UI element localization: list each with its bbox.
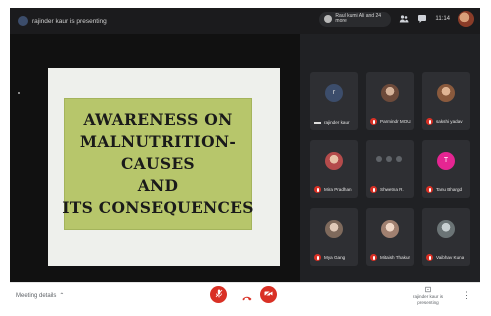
participant-tile[interactable]: Parmindr MOUAT — [366, 72, 414, 130]
participant-name: Parmindr MOUAT — [380, 119, 411, 124]
participant-meta: rajinder kaur — [314, 120, 355, 125]
participant-name: Mitaish Thakur — [380, 255, 411, 260]
cursor-marker — [18, 92, 20, 94]
slide-line: MALNUTRITION- — [79, 132, 237, 151]
participant-avatar — [381, 84, 399, 102]
call-end-icon[interactable] — [242, 293, 252, 303]
present-label: rajinder kaur is presenting — [412, 294, 444, 305]
mic-off-icon — [314, 254, 321, 261]
chevron-up-icon: ⌃ — [59, 293, 65, 299]
participant-meta: Mya Gang — [314, 254, 355, 261]
participant-name: sakshi yadav — [436, 119, 463, 124]
mic-toggle-button[interactable] — [210, 286, 227, 303]
presenter-avatar — [18, 16, 28, 26]
clock-time: 11:14 — [435, 16, 450, 22]
slide-line: AWARENESS ON — [83, 110, 233, 129]
participant-avatar — [325, 220, 343, 238]
mic-off-icon — [426, 186, 433, 193]
participant-tile[interactable]: r rajinder kaur — [310, 72, 358, 130]
slide-line: AND — [137, 176, 179, 195]
camera-off-icon — [264, 290, 273, 299]
bottom-bar: Meeting details ⌃ ⊡ rajinder kaur is pre… — [10, 282, 480, 308]
notice-text: Raul kumi Ali and 24 more — [335, 12, 382, 24]
slide-title-box: AWARENESS ON MALNUTRITION- CAUSES AND IT… — [62, 98, 254, 230]
participant-grid: r rajinder kaur Parmindr MOUAT sakshi ya… — [310, 72, 472, 272]
mic-off-icon — [370, 186, 377, 193]
mic-off-icon — [314, 186, 321, 193]
participant-avatar — [437, 220, 455, 238]
participant-meta: Parmindr MOUAT — [370, 118, 411, 125]
participant-meta: Tanu Bhargd — [426, 186, 467, 193]
participant-meta: Shwetna R. — [370, 186, 411, 193]
top-bar: rajinder kaur is presenting Raul kumi Al… — [10, 8, 480, 34]
participant-avatar — [381, 220, 399, 238]
presenter-text: rajinder kaur is presenting — [32, 17, 107, 25]
slide-line: CAUSES — [121, 154, 195, 173]
mic-off-icon — [370, 254, 377, 261]
meeting-details-label: Meeting details — [16, 292, 57, 299]
speaking-icon — [314, 121, 321, 124]
slide-line: ITS CONSEQUENCES — [62, 198, 254, 217]
participant-name: Mira Pradhan — [324, 187, 352, 192]
mic-off-icon — [426, 118, 433, 125]
participant-tile[interactable]: sakshi yadav — [422, 72, 470, 130]
presentation-area: AWARENESS ON MALNUTRITION- CAUSES AND IT… — [10, 34, 300, 282]
presenter-indicator: rajinder kaur is presenting — [18, 16, 107, 26]
participant-meta: Vaibhav Kuna — [426, 254, 467, 261]
participant-meta: Mitaish Thakur — [370, 254, 411, 261]
people-icon[interactable] — [399, 14, 409, 24]
meeting-details-button[interactable]: Meeting details ⌃ — [16, 292, 65, 300]
participant-meta: Mira Pradhan — [314, 186, 355, 193]
participant-name: Vaibhav Kuna — [436, 255, 465, 260]
participant-tile[interactable]: T Tanu Bhargd — [422, 140, 470, 198]
present-icon: ⊡ — [424, 285, 432, 294]
participant-tile[interactable]: Vaibhav Kuna — [422, 208, 470, 266]
participant-name: Mya Gang — [324, 255, 346, 260]
participant-tile[interactable]: Shwetna R. — [366, 140, 414, 198]
camera-toggle-button[interactable] — [260, 286, 277, 303]
participant-name: Shwetna R. — [380, 187, 404, 192]
join-notice[interactable]: Raul kumi Ali and 24 more — [319, 11, 392, 27]
participant-meta: sakshi yadav — [426, 118, 467, 125]
participant-tile[interactable]: Mira Pradhan — [310, 140, 358, 198]
meet-window: rajinder kaur is presenting Raul kumi Al… — [10, 8, 480, 308]
participant-name: Tanu Bhargd — [436, 187, 463, 192]
participant-avatar — [325, 152, 343, 170]
present-now-button[interactable]: ⊡ rajinder kaur is presenting — [408, 285, 448, 305]
mic-off-icon — [215, 289, 223, 300]
more-vert-icon[interactable]: ⋮ — [462, 290, 471, 301]
participant-avatar — [437, 84, 455, 102]
more-participants-icon — [376, 156, 402, 162]
self-avatar — [458, 11, 474, 27]
participant-tile[interactable]: Mya Gang — [310, 208, 358, 266]
notice-avatar — [324, 15, 333, 23]
self-view[interactable] — [458, 11, 474, 27]
top-right-controls: Raul kumi Ali and 24 more 11:14 — [319, 11, 474, 27]
participant-tile[interactable]: Mitaish Thakur — [366, 208, 414, 266]
participant-avatar: r — [325, 84, 343, 102]
chat-icon[interactable] — [417, 14, 427, 24]
slide: AWARENESS ON MALNUTRITION- CAUSES AND IT… — [48, 68, 280, 266]
mic-off-icon — [426, 254, 433, 261]
mic-off-icon — [370, 118, 377, 125]
participant-avatar: T — [437, 152, 455, 170]
participant-name: rajinder kaur — [324, 120, 350, 125]
